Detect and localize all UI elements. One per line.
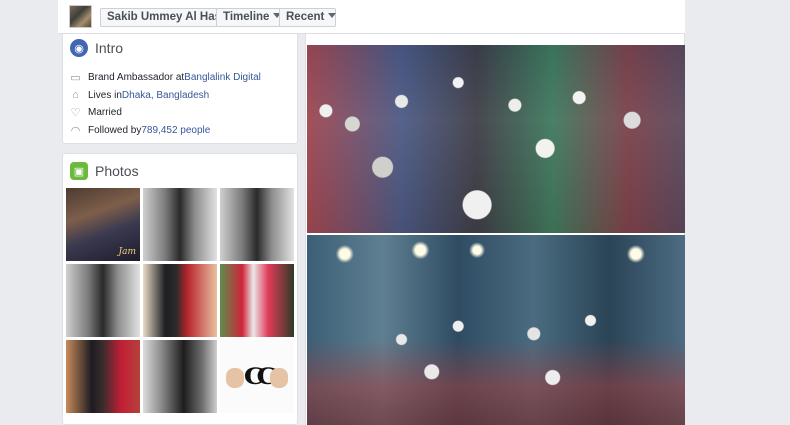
photos-grid: Jam CC	[66, 188, 296, 413]
timeline-dropdown[interactable]: Timeline	[216, 8, 282, 27]
photo-thumbnail[interactable]	[220, 188, 294, 261]
intro-item-text: Followed by	[88, 124, 142, 136]
photo-thumbnail[interactable]	[143, 264, 217, 337]
photos-header: ▣ Photos	[70, 161, 139, 181]
timeline-post	[305, 34, 685, 425]
profile-avatar[interactable]	[69, 5, 92, 28]
intro-title: Intro	[95, 40, 124, 56]
recent-label: Recent	[286, 11, 325, 23]
photo-thumbnail[interactable]	[66, 264, 140, 337]
intro-header: ◉ Intro	[70, 38, 123, 58]
photos-title[interactable]: Photos	[95, 163, 139, 179]
photo-thumbnail[interactable]	[220, 264, 294, 337]
post-photo[interactable]	[307, 45, 685, 233]
intro-item-followers: ◠ Followed by 789,452 people	[69, 122, 261, 140]
hand-shape	[270, 368, 288, 388]
chanel-logo: CC	[244, 363, 278, 390]
hand-shape	[226, 368, 244, 388]
photo-thumbnail[interactable]: Jam	[66, 188, 140, 261]
briefcase-icon: ▭	[70, 72, 81, 85]
intro-list: ▭ Brand Ambassador at Banglalink Digital…	[69, 69, 261, 139]
globe-icon: ◉	[70, 39, 88, 57]
work-link[interactable]: Banglalink Digital	[184, 72, 261, 83]
photo-thumbnail[interactable]	[143, 188, 217, 261]
heart-icon: ♡	[70, 107, 81, 120]
intro-item-work: ▭ Brand Ambassador at Banglalink Digital	[69, 69, 261, 87]
home-icon: ⌂	[72, 89, 79, 102]
photos-card: ▣ Photos Jam CC	[62, 153, 298, 425]
rss-icon: ◠	[70, 124, 81, 137]
chevron-down-icon	[328, 13, 337, 18]
post-photo[interactable]	[307, 235, 685, 425]
intro-card: ◉ Intro ▭ Brand Ambassador at Banglalink…	[62, 34, 298, 144]
photo-thumbnail[interactable]: CC	[220, 340, 294, 413]
profile-sticky-header: Sakib Ummey Al Hasan Timeline Recent	[58, 0, 685, 34]
intro-item-relationship: ♡ Married	[69, 104, 261, 122]
timeline-label: Timeline	[223, 11, 270, 23]
photo-icon: ▣	[70, 162, 88, 180]
intro-item-text: Brand Ambassador at	[88, 72, 185, 84]
location-link[interactable]: Dhaka, Bangladesh	[122, 90, 209, 101]
photo-caption: Jam	[118, 247, 136, 257]
intro-item-text: Lives in	[88, 89, 122, 101]
photo-thumbnail[interactable]	[66, 340, 140, 413]
intro-item-text: Married	[88, 107, 122, 119]
profile-name-button[interactable]: Sakib Ummey Al Hasan	[100, 8, 234, 27]
photo-thumbnail[interactable]	[143, 340, 217, 413]
intro-item-location: ⌂ Lives in Dhaka, Bangladesh	[69, 87, 261, 105]
followers-link[interactable]: 789,452 people	[141, 125, 210, 136]
recent-dropdown[interactable]: Recent	[279, 8, 337, 27]
